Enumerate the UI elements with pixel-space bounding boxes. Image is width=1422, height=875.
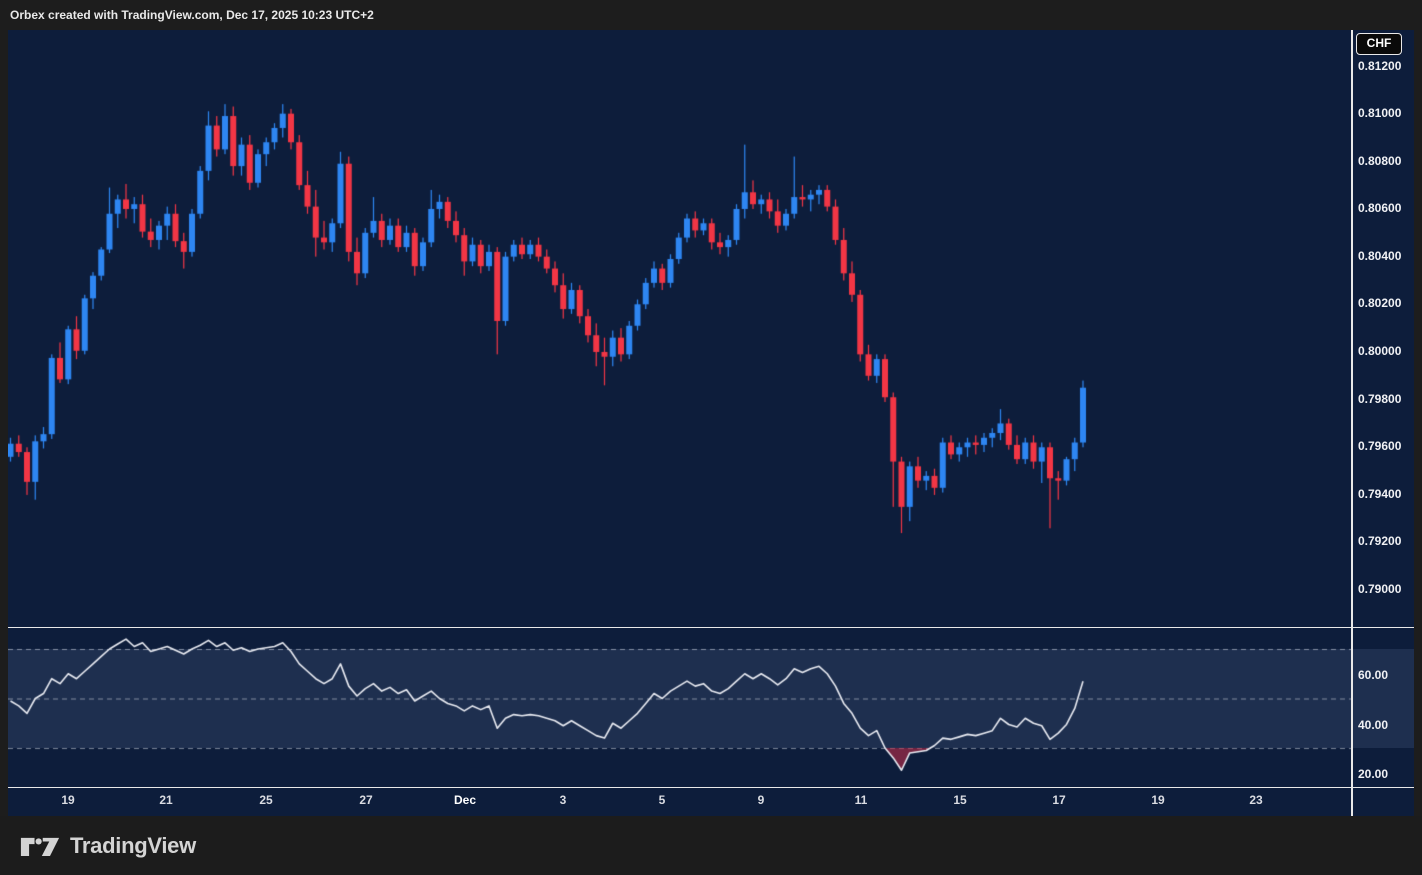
credit-bar: Orbex created with TradingView.com, Dec … <box>0 0 1422 30</box>
time-tick-label: 15 <box>938 788 982 815</box>
symbol-badge: CHF <box>1356 33 1402 55</box>
time-tick-label: 19 <box>46 788 90 815</box>
time-axis[interactable]: 19 21 25 27 Dec 3 5 9 11 15 17 19 23 <box>8 788 1351 815</box>
price-chart-canvas[interactable] <box>8 30 1351 627</box>
pane-separator-top[interactable] <box>8 627 1414 628</box>
rsi-panel-canvas[interactable] <box>8 628 1351 787</box>
price-tick-label: 0.80800 <box>1358 153 1401 169</box>
time-tick-label: 5 <box>640 788 684 815</box>
price-tick-label: 0.81200 <box>1358 58 1401 74</box>
price-tick-label: 0.80000 <box>1358 343 1401 359</box>
price-axis[interactable]: CHF 0.81200 0.81000 0.80800 0.80600 0.80400 0… <box>1353 30 1414 816</box>
time-tick-label: 9 <box>739 788 783 815</box>
time-tick-label: 3 <box>541 788 585 815</box>
price-tick-label: 0.79600 <box>1358 438 1401 454</box>
time-tick-label: 23 <box>1234 788 1278 815</box>
time-tick-label: 27 <box>344 788 388 815</box>
time-tick-label: 25 <box>244 788 288 815</box>
time-tick-label: 17 <box>1037 788 1081 815</box>
price-tick-label: 0.79200 <box>1358 533 1401 549</box>
price-tick-label: 0.79800 <box>1358 391 1401 407</box>
price-tick-label: 0.80400 <box>1358 248 1401 264</box>
tradingview-logo-icon <box>20 831 60 861</box>
rsi-tick-label: 20.00 <box>1358 766 1388 782</box>
price-tick-label: 0.79400 <box>1358 486 1401 502</box>
credit-text: Orbex created with TradingView.com, Dec … <box>10 8 374 22</box>
time-tick-label: 11 <box>839 788 883 815</box>
rsi-tick-label: 40.00 <box>1358 717 1388 733</box>
price-tick-label: 0.80600 <box>1358 200 1401 216</box>
time-tick-label: Dec <box>443 788 487 815</box>
time-tick-label: 21 <box>144 788 188 815</box>
footer: TradingView <box>0 816 1422 875</box>
price-tick-label: 0.79000 <box>1358 581 1401 597</box>
price-tick-label: 0.81000 <box>1358 105 1401 121</box>
rsi-tick-label: 60.00 <box>1358 667 1388 683</box>
tradingview-wordmark: TradingView <box>70 833 196 859</box>
price-tick-label: 0.80200 <box>1358 295 1401 311</box>
time-tick-label: 19 <box>1136 788 1180 815</box>
